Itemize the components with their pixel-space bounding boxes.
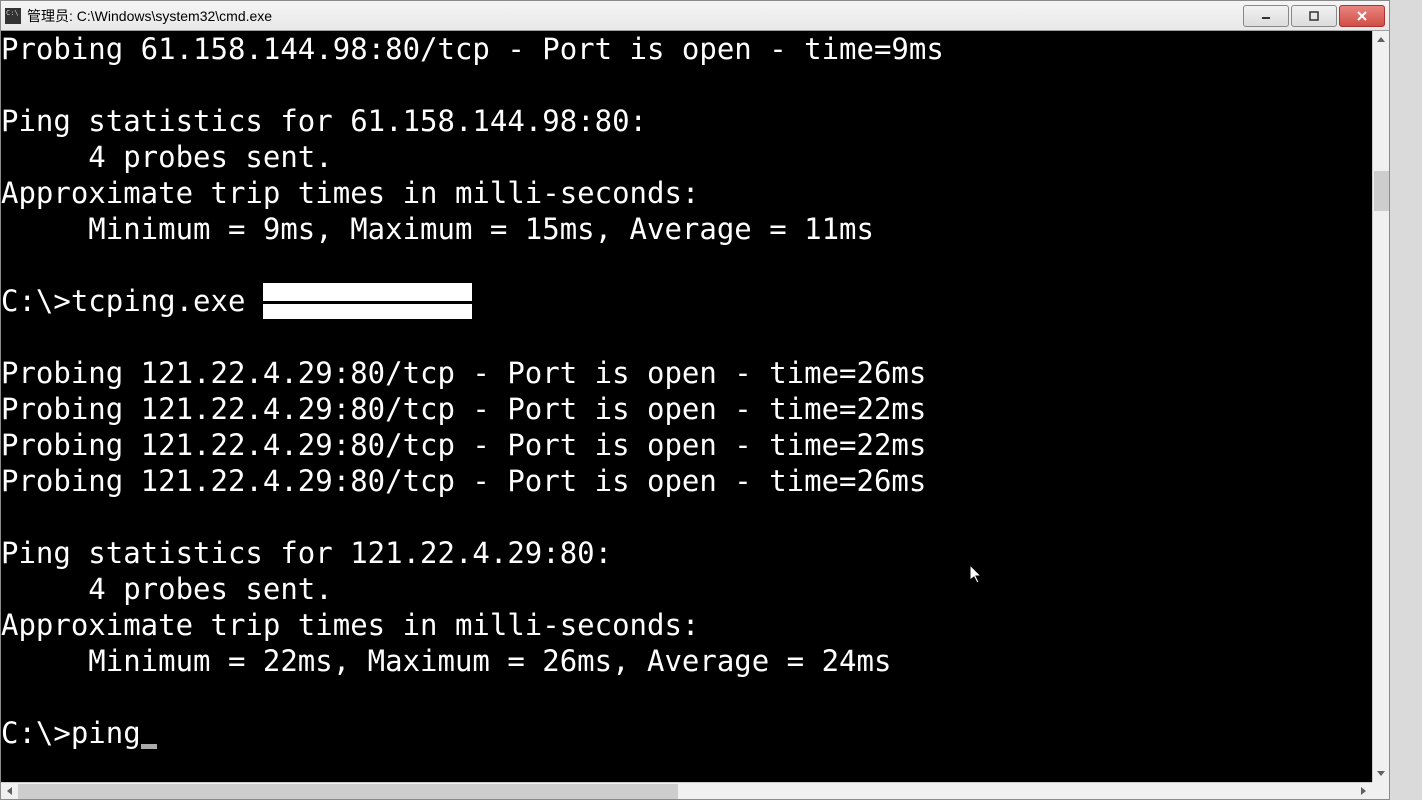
cmd-icon: [5, 8, 21, 24]
horizontal-scroll-thumb[interactable]: [18, 784, 678, 799]
terminal-line: Probing 121.22.4.29:80/tcp - Port is ope…: [1, 391, 1372, 427]
scroll-left-button[interactable]: [1, 783, 18, 799]
chevron-left-icon: [7, 787, 12, 795]
terminal-area: Probing 61.158.144.98:80/tcp - Port is o…: [1, 31, 1389, 782]
terminal-line: Minimum = 22ms, Maximum = 26ms, Average …: [1, 643, 1372, 679]
terminal-line: Probing 121.22.4.29:80/tcp - Port is ope…: [1, 463, 1372, 499]
maximize-button[interactable]: [1291, 5, 1337, 27]
terminal-line: Ping statistics for 121.22.4.29:80:: [1, 535, 1372, 571]
terminal-line: Approximate trip times in milli-seconds:: [1, 175, 1372, 211]
text-cursor: [141, 744, 157, 749]
terminal-line: Minimum = 9ms, Maximum = 15ms, Average =…: [1, 211, 1372, 247]
maximize-icon: [1309, 11, 1319, 21]
terminal-line: Probing 61.158.144.98:80/tcp - Port is o…: [1, 31, 1372, 67]
minimize-button[interactable]: [1243, 5, 1289, 27]
terminal-line: [1, 319, 1372, 355]
terminal-line: C:\>ping: [1, 715, 1372, 751]
terminal-line: Probing 121.22.4.29:80/tcp - Port is ope…: [1, 427, 1372, 463]
terminal-line: C:\>tcping.exe www.sina.com: [1, 283, 1372, 319]
scroll-down-button[interactable]: [1373, 765, 1389, 782]
vertical-scrollbar[interactable]: [1372, 31, 1389, 782]
terminal-line: [1, 679, 1372, 715]
chevron-right-icon: [1361, 787, 1366, 795]
horizontal-scroll-track[interactable]: [18, 783, 1355, 799]
redacted-text: www.sina.com: [263, 283, 473, 319]
window-title: 管理员: C:\Windows\system32\cmd.exe: [27, 6, 272, 26]
terminal-line: Probing 121.22.4.29:80/tcp - Port is ope…: [1, 355, 1372, 391]
terminal-output[interactable]: Probing 61.158.144.98:80/tcp - Port is o…: [1, 31, 1372, 782]
scroll-right-button[interactable]: [1355, 783, 1372, 799]
terminal-line: [1, 499, 1372, 535]
terminal-line: Ping statistics for 61.158.144.98:80:: [1, 103, 1372, 139]
terminal-line: 4 probes sent.: [1, 139, 1372, 175]
terminal-line: 4 probes sent.: [1, 571, 1372, 607]
titlebar[interactable]: 管理员: C:\Windows\system32\cmd.exe: [1, 1, 1389, 31]
terminal-line: [1, 67, 1372, 103]
horizontal-scrollbar[interactable]: [1, 782, 1372, 799]
chevron-up-icon: [1377, 37, 1385, 42]
scroll-up-button[interactable]: [1373, 31, 1389, 48]
chevron-down-icon: [1377, 771, 1385, 776]
close-button[interactable]: [1339, 5, 1385, 27]
terminal-line: Approximate trip times in milli-seconds:: [1, 607, 1372, 643]
bottom-scrollbar-row: [1, 782, 1389, 799]
minimize-icon: [1261, 11, 1271, 21]
terminal-line: [1, 247, 1372, 283]
command-prompt-window: 管理员: C:\Windows\system32\cmd.exe Probing…: [0, 0, 1390, 800]
window-controls: [1241, 5, 1385, 27]
vertical-scroll-thumb[interactable]: [1374, 171, 1389, 211]
close-icon: [1357, 11, 1367, 21]
scrollbar-corner: [1372, 782, 1389, 799]
